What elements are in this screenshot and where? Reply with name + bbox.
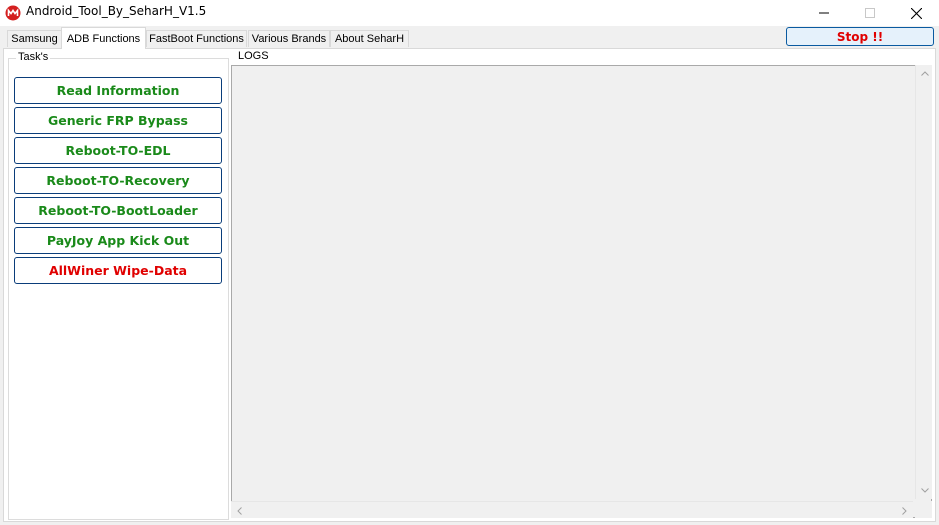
generic-frp-bypass-button[interactable]: Generic FRP Bypass	[14, 107, 222, 134]
tab-fastboot-functions[interactable]: FastBoot Functions	[146, 30, 247, 47]
app-logo-icon	[5, 5, 21, 21]
reboot-to-bootloader-button[interactable]: Reboot-TO-BootLoader	[14, 197, 222, 224]
tasks-group: Task's Read Information Generic FRP Bypa…	[8, 51, 229, 520]
maximize-button[interactable]	[847, 0, 893, 26]
logs-group-legend: LOGS	[236, 50, 271, 62]
adb-functions-page: Task's Read Information Generic FRP Bypa…	[3, 48, 936, 522]
tab-adb-functions[interactable]: ADB Functions	[61, 27, 146, 49]
minimize-icon	[819, 12, 829, 14]
reboot-to-edl-button[interactable]: Reboot-TO-EDL	[14, 137, 222, 164]
logs-group: LOGS	[231, 50, 934, 520]
logs-textbox[interactable]	[231, 65, 932, 518]
minimize-button[interactable]	[801, 0, 847, 26]
tab-samsung[interactable]: Samsung	[7, 30, 62, 47]
read-information-button[interactable]: Read Information	[14, 77, 222, 104]
payjoy-app-kick-out-button[interactable]: PayJoy App Kick Out	[14, 227, 222, 254]
close-icon	[910, 7, 922, 19]
maximize-icon	[865, 8, 875, 18]
tab-various-brands[interactable]: Various Brands	[248, 30, 330, 47]
tab-about-seharh[interactable]: About SeharH	[330, 30, 409, 47]
window-title: Android_Tool_By_SeharH_V1.5	[26, 4, 207, 18]
tasks-group-legend: Task's	[16, 51, 51, 63]
stop-button[interactable]: Stop !!	[786, 27, 934, 46]
title-bar: Android_Tool_By_SeharH_V1.5	[0, 0, 939, 26]
allwiner-wipe-data-button[interactable]: AllWiner Wipe-Data	[14, 257, 222, 284]
close-button[interactable]	[893, 0, 939, 26]
reboot-to-recovery-button[interactable]: Reboot-TO-Recovery	[14, 167, 222, 194]
